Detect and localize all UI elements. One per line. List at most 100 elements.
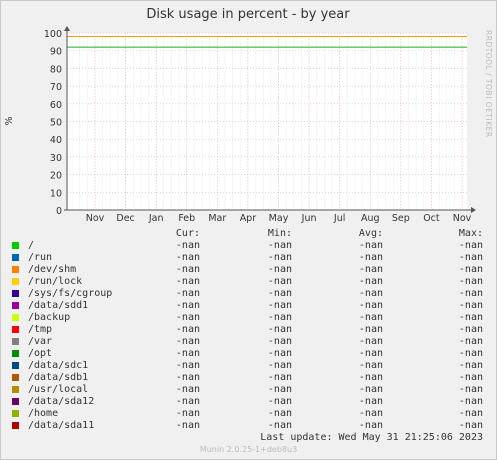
legend-series-name: /run/lock — [28, 276, 83, 287]
legend-value-cur: -nan — [175, 396, 200, 407]
x-tick-label: Aug — [361, 213, 380, 224]
legend-series-name: /run — [28, 252, 53, 263]
legend-value-cur: -nan — [175, 408, 200, 419]
legend-value-min: -nan — [267, 348, 292, 359]
legend-value-min: -nan — [267, 408, 292, 419]
legend-value-avg: -nan — [358, 276, 383, 287]
legend-row: /data/sdd1 -nan -nan -nan -nan — [0, 300, 497, 312]
legend-header-avg: Avg: — [358, 228, 383, 239]
legend-row: /data/sdc1 -nan -nan -nan -nan — [0, 360, 497, 372]
x-tick-label: Dec — [116, 213, 134, 224]
legend-value-cur: -nan — [175, 372, 200, 383]
legend-value-cur: -nan — [175, 312, 200, 323]
y-tick-label: 70 — [50, 82, 62, 93]
legend-value-min: -nan — [267, 420, 292, 431]
legend-swatch — [12, 386, 19, 393]
legend-value-avg: -nan — [358, 420, 383, 431]
legend-value-max: -nan — [458, 252, 483, 263]
legend-value-cur: -nan — [175, 336, 200, 347]
legend-value-max: -nan — [458, 372, 483, 383]
legend-value-max: -nan — [458, 384, 483, 395]
legend-row: /run/lock -nan -nan -nan -nan — [0, 276, 497, 288]
legend-value-min: -nan — [267, 384, 292, 395]
legend-value-cur: -nan — [175, 276, 200, 287]
x-axis-arrow — [471, 207, 476, 213]
legend-swatch — [12, 242, 19, 249]
legend-row: /usr/local -nan -nan -nan -nan — [0, 384, 497, 396]
legend-value-min: -nan — [267, 372, 292, 383]
legend-value-avg: -nan — [358, 396, 383, 407]
legend-row: /data/sda11 -nan -nan -nan -nan — [0, 420, 497, 432]
legend-series-name: /opt — [28, 348, 53, 359]
legend-value-max: -nan — [458, 348, 483, 359]
chart-title: Disk usage in percent - by year — [146, 7, 350, 22]
y-tick-label: 60 — [50, 100, 62, 111]
rrdtool-watermark: RRDTOOL / TOBI OETIKER — [484, 30, 493, 138]
legend-row: /var -nan -nan -nan -nan — [0, 336, 497, 348]
legend-value-max: -nan — [458, 336, 483, 347]
y-axis-arrow — [64, 26, 70, 31]
y-tick-label: 50 — [50, 118, 62, 129]
legend-row: / -nan -nan -nan -nan — [0, 240, 497, 252]
legend-value-min: -nan — [267, 360, 292, 371]
legend-value-avg: -nan — [358, 288, 383, 299]
legend-row: /dev/shm -nan -nan -nan -nan — [0, 264, 497, 276]
y-axis-label: % — [4, 116, 15, 125]
legend-value-avg: -nan — [358, 372, 383, 383]
legend-swatch — [12, 266, 19, 273]
munin-version: Munin 2.0.25-1+deb8u3 — [199, 445, 298, 454]
legend-series-name: /tmp — [28, 324, 53, 335]
legend-header-max: Max: — [458, 228, 483, 239]
legend-series-name: /usr/local — [28, 384, 89, 395]
legend-value-cur: -nan — [175, 348, 200, 359]
y-tick-label: 40 — [50, 135, 62, 146]
legend-value-avg: -nan — [358, 264, 383, 275]
x-tick-label: Oct — [423, 213, 440, 224]
legend-row: /data/sdb1 -nan -nan -nan -nan — [0, 372, 497, 384]
legend-value-avg: -nan — [358, 360, 383, 371]
x-tick-label: Jul — [333, 213, 345, 224]
legend-series-name: /dev/shm — [28, 264, 77, 275]
x-tick-label: Nov — [86, 213, 105, 224]
legend-value-max: -nan — [458, 240, 483, 251]
y-tick-label: 10 — [50, 188, 62, 199]
legend-value-min: -nan — [267, 336, 292, 347]
legend-swatch — [12, 398, 19, 405]
x-tick-label: Feb — [178, 213, 195, 224]
legend-value-min: -nan — [267, 276, 292, 287]
legend-value-min: -nan — [267, 324, 292, 335]
legend-value-cur: -nan — [175, 300, 200, 311]
legend-value-cur: -nan — [175, 324, 200, 335]
legend-value-avg: -nan — [358, 384, 383, 395]
legend-value-min: -nan — [267, 396, 292, 407]
legend-series-name: /sys/fs/cgroup — [28, 288, 113, 299]
x-tick-label: Apr — [240, 213, 257, 224]
legend-row: /home -nan -nan -nan -nan — [0, 408, 497, 420]
x-tick-label: Sep — [392, 213, 410, 224]
legend-series-name: /data/sda11 — [28, 420, 95, 431]
legend-value-min: -nan — [267, 300, 292, 311]
legend-swatch — [12, 338, 19, 345]
legend-value-cur: -nan — [175, 264, 200, 275]
legend-value-max: -nan — [458, 324, 483, 335]
legend-value-min: -nan — [267, 240, 292, 251]
legend-value-max: -nan — [458, 264, 483, 275]
legend-row: /tmp -nan -nan -nan -nan — [0, 324, 497, 336]
y-tick-label: 30 — [50, 153, 62, 164]
legend-swatch — [12, 410, 19, 417]
legend-value-max: -nan — [458, 312, 483, 323]
legend-value-avg: -nan — [358, 348, 383, 359]
legend-value-avg: -nan — [358, 336, 383, 347]
legend-series-name: /data/sdd1 — [28, 300, 89, 311]
legend-series-name: /data/sdc1 — [28, 360, 89, 371]
legend-value-min: -nan — [267, 312, 292, 323]
legend-value-max: -nan — [458, 420, 483, 431]
legend-value-cur: -nan — [175, 252, 200, 263]
x-tick-label: Jan — [148, 213, 164, 224]
legend-value-avg: -nan — [358, 408, 383, 419]
legend-series-name: /backup — [28, 312, 71, 323]
legend-series-name: / — [28, 240, 35, 251]
x-tick-label: Jun — [301, 213, 317, 224]
legend-value-cur: -nan — [175, 360, 200, 371]
legend-row: /sys/fs/cgroup -nan -nan -nan -nan — [0, 288, 497, 300]
